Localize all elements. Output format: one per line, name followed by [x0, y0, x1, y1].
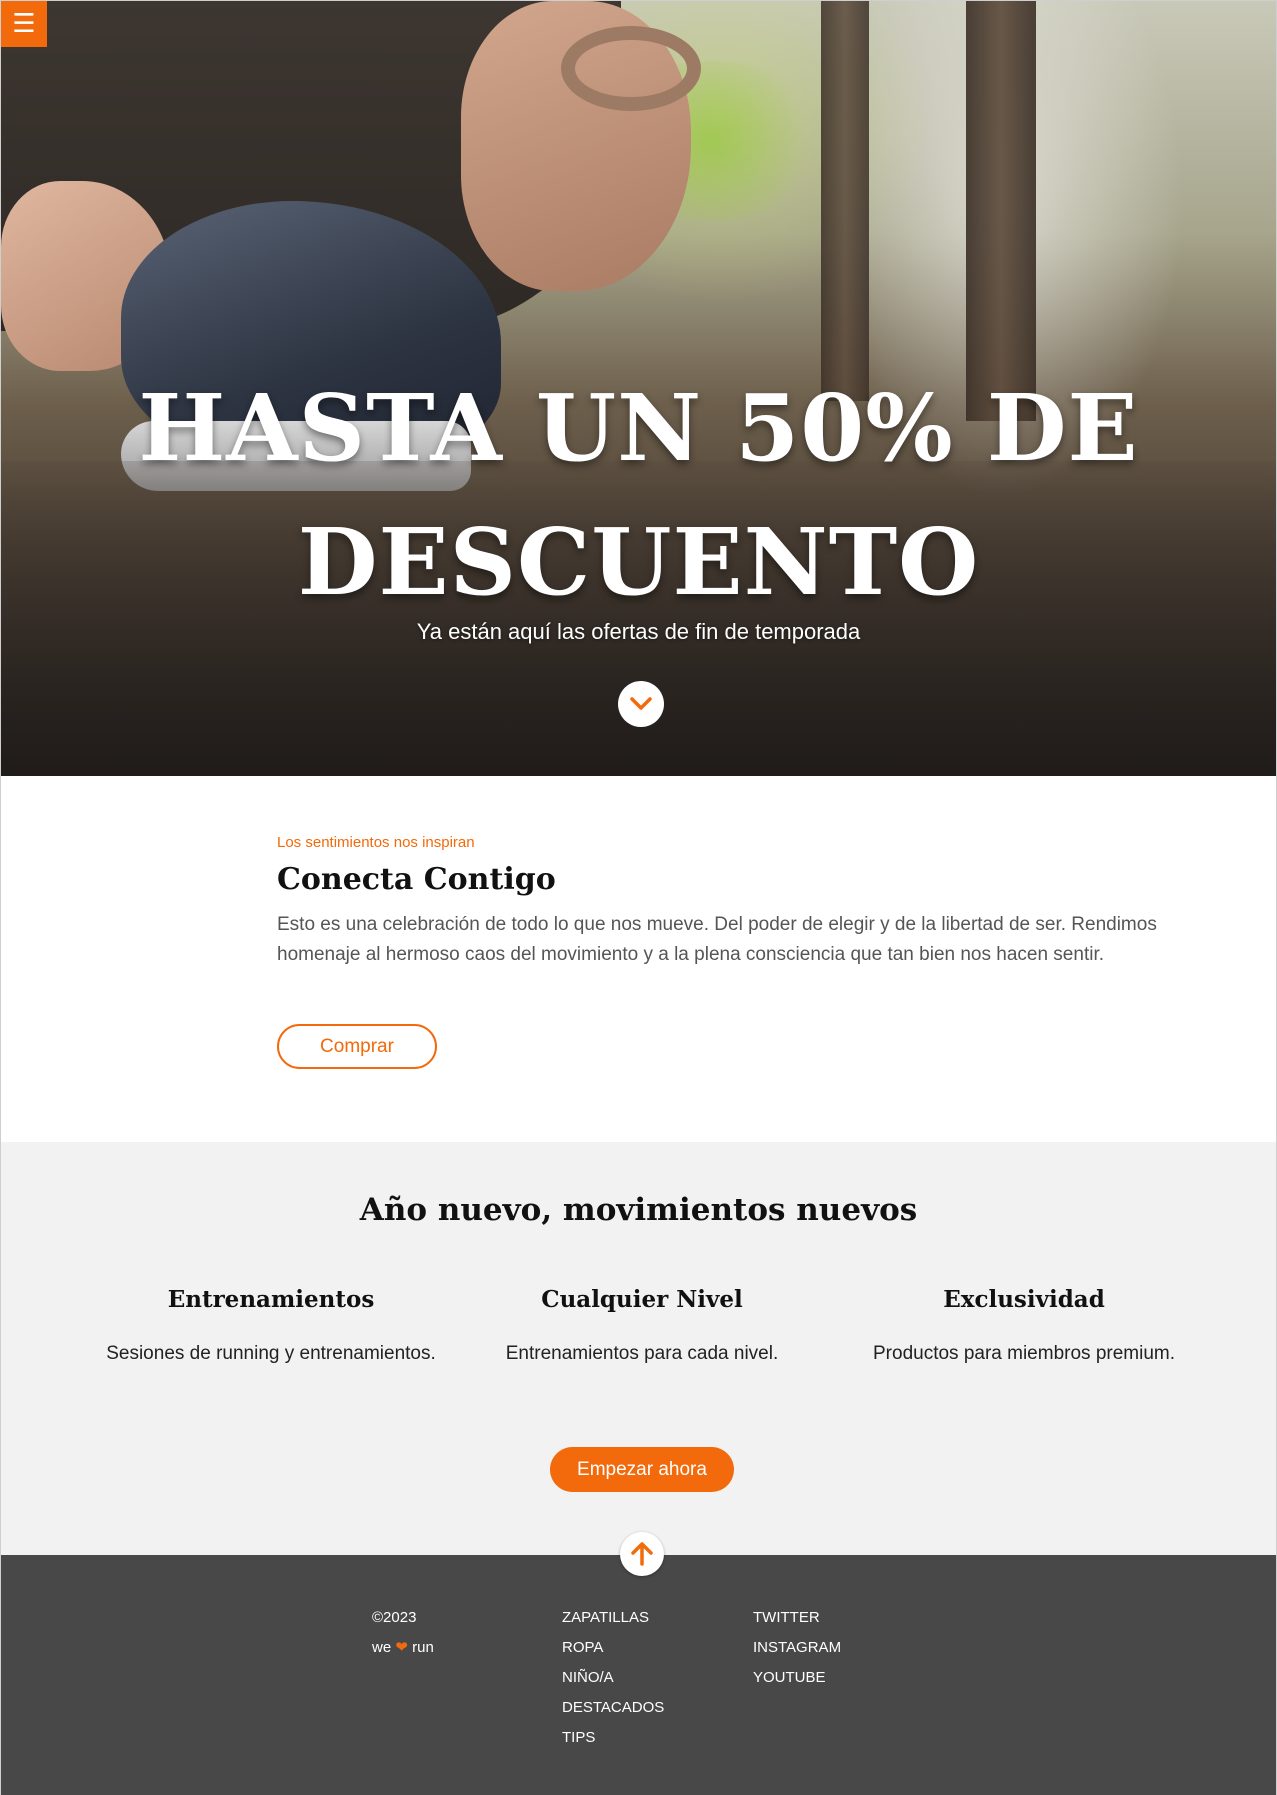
footer-link-twitter[interactable]: TWITTER	[753, 1603, 841, 1633]
feature-title: Entrenamientos	[167, 1286, 375, 1313]
copyright-text: ©2023	[372, 1609, 417, 1626]
intro-section: Los sentimientos nos inspiran Conecta Co…	[1, 776, 1276, 1142]
footer-link-destacados[interactable]: DESTACADOS	[562, 1693, 664, 1723]
footer-link-zapatillas[interactable]: ZAPATILLAS	[562, 1603, 664, 1633]
footer-brand: ©2023 we ❤ run	[372, 1603, 434, 1663]
footer: ©2023 we ❤ run ZAPATILLAS ROPA NIÑO/A DE…	[1, 1555, 1276, 1795]
tagline-text: we	[372, 1639, 392, 1656]
feature-item: Cualquier Nivel Entrenamientos para cada…	[452, 1286, 832, 1365]
menu-button[interactable]: ☰	[1, 1, 47, 47]
intro-title: Conecta Contigo	[277, 862, 556, 897]
footer-link-youtube[interactable]: YOUTUBE	[753, 1663, 841, 1693]
feature-title: Cualquier Nivel	[541, 1286, 743, 1313]
footer-link-tips[interactable]: TIPS	[562, 1723, 664, 1753]
chevron-down-icon	[630, 697, 652, 710]
footer-social: TWITTER INSTAGRAM YOUTUBE	[753, 1603, 841, 1693]
footer-link-instagram[interactable]: INSTAGRAM	[753, 1633, 841, 1663]
hero-title: HASTA UN 50% DE DESCUENTO	[1, 361, 1276, 629]
feature-text: Productos para miembros premium.	[873, 1343, 1175, 1364]
footer-link-ropa[interactable]: ROPA	[562, 1633, 664, 1663]
menu-icon: ☰	[12, 9, 36, 39]
tagline-text: run	[412, 1639, 434, 1656]
start-now-button[interactable]: Empezar ahora	[550, 1447, 734, 1492]
hero-title-line: HASTA UN 50% DE	[138, 374, 1139, 482]
hero-bg-tree	[821, 1, 869, 401]
feature-item: Exclusividad Productos para miembros pre…	[834, 1286, 1214, 1365]
heart-icon: ❤	[395, 1639, 408, 1656]
hero-title-line: DESCUENTO	[297, 508, 980, 616]
features-title: Año nuevo, movimientos nuevos	[359, 1192, 918, 1228]
footer-links: ZAPATILLAS ROPA NIÑO/A DESTACADOS TIPS	[562, 1603, 664, 1753]
tagline: we ❤ run	[372, 1633, 434, 1663]
hero-section: HASTA UN 50% DE DESCUENTO Ya están aquí …	[1, 1, 1276, 776]
feature-text: Entrenamientos para cada nivel.	[505, 1343, 779, 1364]
intro-text: Esto es una celebración de todo lo que n…	[277, 914, 1157, 965]
shop-button[interactable]: Comprar	[277, 1024, 437, 1069]
back-to-top-button[interactable]	[620, 1532, 664, 1576]
intro-eyebrow: Los sentimientos nos inspiran	[277, 834, 475, 851]
arrow-up-icon	[631, 1542, 653, 1566]
hero-subtitle: Ya están aquí las ofertas de fin de temp…	[416, 619, 861, 644]
footer-link-nino[interactable]: NIÑO/A	[562, 1663, 664, 1693]
feature-title: Exclusividad	[943, 1286, 1105, 1313]
feature-text: Sesiones de running y entrenamientos.	[106, 1343, 436, 1364]
features-section: Año nuevo, movimientos nuevos Entrenamie…	[1, 1142, 1276, 1555]
feature-item: Entrenamientos Sesiones de running y ent…	[81, 1286, 461, 1365]
hero-bg-tree	[966, 1, 1036, 421]
hero-bg-wristband	[561, 26, 701, 111]
scroll-down-button[interactable]	[618, 681, 664, 727]
